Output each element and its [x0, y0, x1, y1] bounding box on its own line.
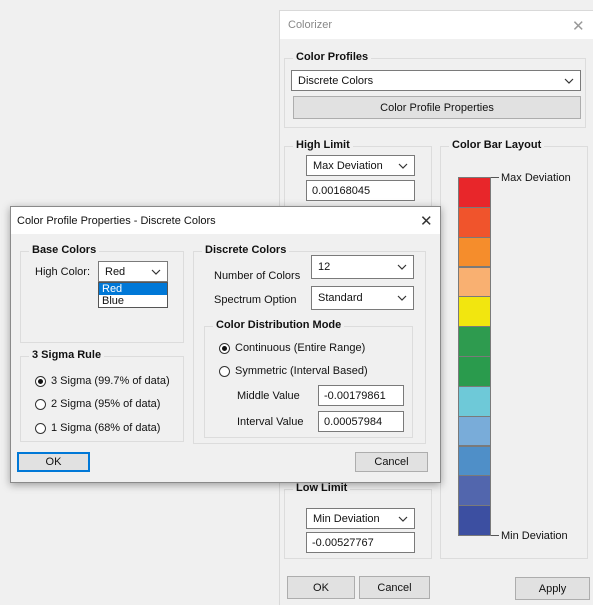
color-distribution-title: Color Distribution Mode — [213, 319, 345, 331]
low-limit-value-field[interactable]: -0.00527767 — [306, 532, 415, 553]
number-of-colors-label: Number of Colors — [214, 270, 301, 282]
color-bar-swatch — [458, 206, 491, 238]
middle-value-field[interactable]: -0.00179861 — [318, 385, 404, 406]
number-of-colors-value: 12 — [318, 261, 331, 273]
colorizer-ok-label: OK — [313, 581, 329, 594]
color-bar-swatch — [458, 236, 491, 268]
close-icon[interactable]: ✕ — [572, 17, 585, 35]
radio-unselected-icon — [35, 422, 46, 434]
color-bar-swatch — [458, 385, 491, 417]
interval-value-label: Interval Value — [237, 416, 304, 428]
high-limit-mode-select[interactable]: Max Deviation — [306, 155, 415, 176]
color-profiles-title: Color Profiles — [293, 51, 372, 63]
profile-select-value: Discrete Colors — [298, 74, 374, 87]
dialog-ok-button[interactable]: OK — [17, 452, 90, 472]
spectrum-option-value: Standard — [318, 292, 363, 304]
colorizer-apply-button[interactable]: Apply — [515, 577, 590, 600]
color-bar-swatch — [458, 177, 491, 208]
colorizer-title: Colorizer — [288, 19, 333, 31]
sigma-2-label: 2 Sigma (95% of data) — [51, 398, 161, 410]
high-limit-value-field[interactable]: 0.00168045 — [306, 180, 415, 201]
colorizer-cancel-label: Cancel — [377, 581, 412, 594]
colorizer-cancel-button[interactable]: Cancel — [359, 576, 430, 599]
color-bar-top-label: Max Deviation — [501, 172, 571, 184]
max-tick — [491, 177, 499, 178]
high-color-value: Red — [105, 265, 126, 278]
spectrum-option-label: Spectrum Option — [214, 294, 297, 306]
interval-value: 0.00057984 — [324, 415, 383, 428]
high-color-option-blue[interactable]: Blue — [99, 295, 167, 307]
radio-selected-icon — [35, 375, 46, 387]
chevron-down-icon — [395, 260, 409, 274]
high-color-select[interactable]: Red — [98, 261, 168, 282]
interval-value-field[interactable]: 0.00057984 — [318, 411, 404, 432]
middle-value-label: Middle Value — [237, 390, 300, 402]
dialog-title: Color Profile Properties - Discrete Colo… — [17, 215, 216, 227]
close-icon[interactable]: ✕ — [420, 212, 433, 230]
spectrum-option-select[interactable]: Standard — [311, 286, 414, 310]
color-bar-swatch — [458, 505, 491, 536]
color-bar-swatch — [458, 296, 491, 328]
color-bar — [458, 177, 491, 536]
chevron-down-icon — [396, 159, 410, 173]
chevron-down-icon — [562, 74, 576, 88]
radio-unselected-icon — [35, 398, 46, 410]
distribution-symmetric-label: Symmetric (Interval Based) — [235, 365, 368, 377]
color-bar-swatch — [458, 356, 491, 387]
dialog-titlebar[interactable]: Color Profile Properties - Discrete Colo… — [11, 207, 440, 234]
color-bar-swatch — [458, 266, 491, 298]
color-bar-swatch — [458, 445, 491, 477]
sigma-3-label: 3 Sigma (99.7% of data) — [51, 375, 170, 387]
chevron-down-icon — [396, 512, 410, 526]
chevron-down-icon — [149, 265, 163, 279]
number-of-colors-select[interactable]: 12 — [311, 255, 414, 279]
color-bar-swatch — [458, 415, 491, 447]
sigma-rule-title: 3 Sigma Rule — [29, 349, 105, 361]
sigma-3-radio[interactable]: 3 Sigma (99.7% of data) — [35, 375, 170, 387]
high-limit-title: High Limit — [293, 139, 353, 151]
high-limit-value: 0.00168045 — [312, 184, 371, 197]
radio-selected-icon — [219, 342, 230, 354]
color-bar-layout-title: Color Bar Layout — [449, 139, 545, 151]
color-bar-swatch — [458, 326, 491, 357]
profile-select[interactable]: Discrete Colors — [291, 70, 581, 91]
dialog-ok-label: OK — [45, 456, 62, 468]
color-profile-properties-label: Color Profile Properties — [380, 101, 494, 114]
low-limit-mode-value: Min Deviation — [313, 512, 380, 525]
high-limit-mode-value: Max Deviation — [313, 159, 383, 172]
discrete-colors-title: Discrete Colors — [202, 244, 290, 256]
chevron-down-icon — [395, 291, 409, 305]
dialog-cancel-label: Cancel — [374, 456, 409, 468]
low-limit-title: Low Limit — [293, 482, 351, 494]
colorizer-ok-button[interactable]: OK — [287, 576, 355, 599]
high-color-option-red[interactable]: Red — [99, 283, 167, 295]
base-colors-title: Base Colors — [29, 244, 100, 256]
high-color-dropdown-list: Red Blue — [98, 282, 168, 308]
min-tick — [491, 535, 499, 536]
sigma-2-radio[interactable]: 2 Sigma (95% of data) — [35, 398, 160, 410]
low-limit-value: -0.00527767 — [312, 536, 374, 549]
sigma-1-radio[interactable]: 1 Sigma (68% of data) — [35, 422, 160, 434]
distribution-continuous-label: Continuous (Entire Range) — [235, 342, 366, 354]
dialog-cancel-button[interactable]: Cancel — [355, 452, 428, 472]
color-profile-properties-dialog: Color Profile Properties - Discrete Colo… — [10, 206, 441, 483]
middle-value: -0.00179861 — [324, 389, 386, 402]
distribution-symmetric-radio[interactable]: Symmetric (Interval Based) — [219, 365, 368, 377]
color-bar-swatch — [458, 475, 491, 507]
color-profile-properties-button[interactable]: Color Profile Properties — [293, 96, 581, 119]
colorizer-apply-label: Apply — [538, 582, 567, 595]
high-color-label: High Color: — [35, 266, 91, 278]
colorizer-titlebar[interactable]: Colorizer ✕ — [280, 11, 593, 39]
sigma-1-label: 1 Sigma (68% of data) — [51, 422, 161, 434]
color-bar-bottom-label: Min Deviation — [501, 530, 568, 542]
radio-unselected-icon — [219, 365, 230, 377]
low-limit-mode-select[interactable]: Min Deviation — [306, 508, 415, 529]
distribution-continuous-radio[interactable]: Continuous (Entire Range) — [219, 342, 365, 354]
